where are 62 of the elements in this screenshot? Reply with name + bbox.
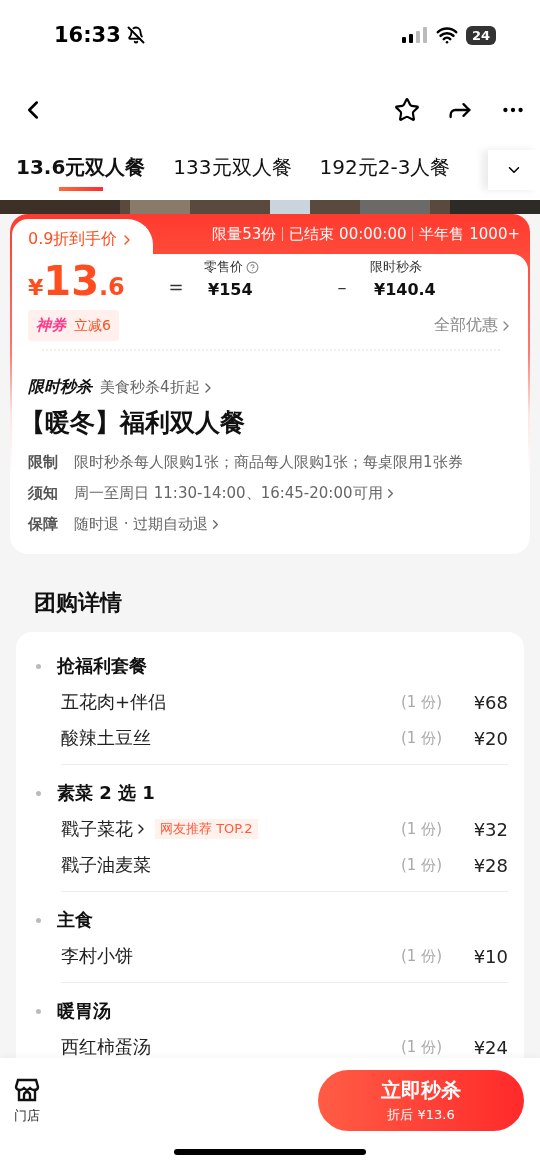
dish-quantity: (1 份)	[401, 728, 442, 748]
dish-price: ¥32	[472, 818, 508, 840]
deal-title: 【暖冬】福利双人餐	[20, 407, 246, 439]
dish-name[interactable]: 戳子菜花	[61, 817, 149, 841]
dish-price: ¥20	[472, 727, 508, 749]
help-icon[interactable]	[246, 260, 259, 274]
rank-badge: 网友推荐 TOP.2	[155, 819, 258, 839]
favorite-icon[interactable]	[394, 97, 420, 123]
store-label: 门店	[14, 1106, 40, 1125]
mute-icon	[126, 26, 145, 44]
dish-name: 李村小饼	[61, 944, 133, 968]
deal-tab[interactable]: 133元双人餐	[173, 150, 292, 191]
info-label: 保障	[28, 515, 58, 534]
bullet-dot	[36, 1008, 41, 1014]
retail-price: ¥154	[207, 280, 254, 299]
wifi-icon	[435, 24, 458, 46]
section-title: 团购详情	[34, 589, 123, 617]
dish-price: ¥28	[472, 854, 508, 876]
equals-sign: =	[167, 275, 185, 297]
flash-label: 限时秒杀	[370, 258, 423, 276]
sale-stat: 已结束 00:00:00	[289, 224, 407, 244]
sale-stat: 限量53份	[212, 224, 277, 244]
store-icon[interactable]	[14, 1076, 40, 1103]
minus-sign: –	[336, 275, 348, 297]
clock-time: 16:33	[54, 23, 121, 47]
dish-name: 酸辣土豆丝	[61, 726, 151, 750]
dish-quantity: (1 份)	[401, 819, 442, 839]
dish-price: ¥10	[472, 945, 508, 967]
sale-stat: 半年售 1000+	[419, 224, 520, 244]
dish-price: ¥24	[472, 1036, 508, 1058]
buy-now-button[interactable]: 立即秒杀 折后 ¥13.6	[318, 1070, 524, 1131]
promo-link[interactable]: 美食秒杀4折起	[100, 378, 216, 397]
dish-price: ¥68	[472, 691, 508, 713]
bullet-dot	[36, 917, 41, 923]
retail-label: 零售价	[204, 258, 243, 276]
deal-tab[interactable]: 192元2-3人餐	[319, 150, 451, 191]
all-offers-link[interactable]: 全部优惠	[434, 315, 514, 336]
dish-name: 戳子油麦菜	[61, 853, 151, 877]
bullet-dot	[36, 790, 41, 796]
info-text[interactable]: 随时退 · 过期自动退	[74, 515, 224, 534]
dish-name: 五花肉+伴侣	[61, 690, 167, 714]
dish-quantity: (1 份)	[401, 1037, 442, 1057]
battery-level: 24	[465, 25, 496, 45]
group-name: 素菜 2 选 1	[57, 781, 155, 805]
discount-link[interactable]: 0.9折到手价	[12, 219, 154, 254]
info-label: 限制	[28, 453, 58, 472]
dish-quantity: (1 份)	[401, 946, 442, 966]
dish-quantity: (1 份)	[401, 855, 442, 875]
group-name: 暖胃汤	[57, 999, 111, 1023]
group-name: 主食	[57, 908, 93, 932]
coupon-tag: 神券 立减6	[28, 310, 119, 341]
flash-discount: ¥140.4	[373, 280, 437, 299]
flash-sale-logo: 限时秒杀	[28, 377, 92, 398]
final-price: ¥13.6	[28, 258, 126, 304]
bullet-dot	[36, 663, 41, 669]
dish-quantity: (1 份)	[401, 692, 442, 712]
signal-icon	[401, 27, 428, 43]
group-name: 抢福利套餐	[57, 654, 147, 678]
dish-name: 西红柿蛋汤	[61, 1035, 151, 1058]
info-text[interactable]: 周一至周日 11:30-14:00、16:45-20:00可用	[74, 484, 398, 503]
info-text: 限时秒杀每人限购1张；商品每人限购1张；每桌限用1张券	[74, 453, 463, 472]
info-label: 须知	[28, 484, 58, 503]
